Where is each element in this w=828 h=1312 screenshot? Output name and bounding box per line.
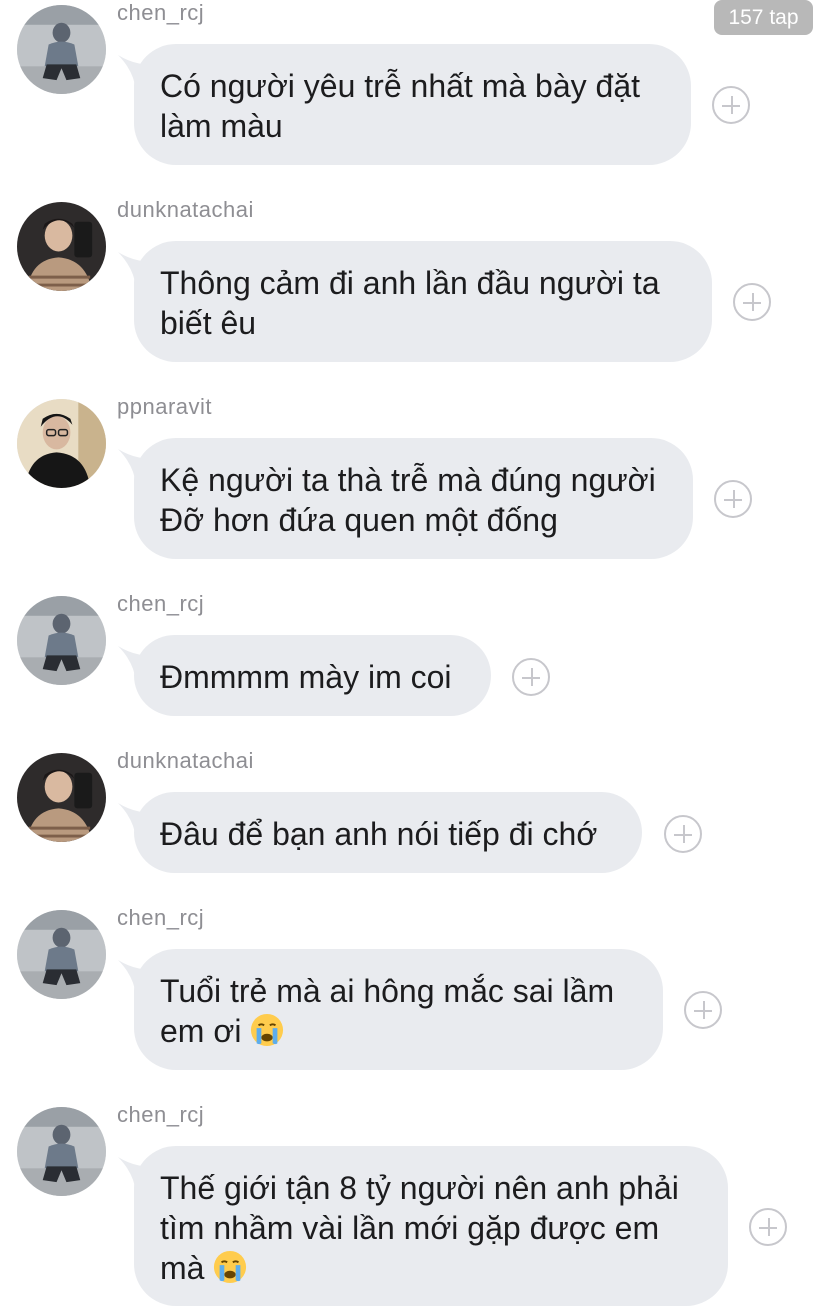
add-reaction-icon[interactable] <box>664 815 702 853</box>
tap-count-badge: 157 tap <box>714 0 813 35</box>
message-text-line: mà <box>160 1248 702 1288</box>
message-text-line: Đỡ hơn đứa quen một đống <box>160 502 558 538</box>
username: dunknatachai <box>117 197 254 222</box>
message-text-line: Tuổi trẻ mà ai hông mắc sai lầm <box>160 973 615 1009</box>
message-bubble[interactable]: Có người yêu trễ nhất mà bày đặt làm màu <box>134 44 691 165</box>
add-reaction-icon[interactable] <box>712 86 750 124</box>
message-text-line: Có người yêu trễ nhất mà bày đặt <box>160 68 640 104</box>
message-text-line: Đmmmm mày im coi <box>160 659 452 695</box>
username: chen_rcj <box>117 0 205 25</box>
message-text: mà <box>160 1250 205 1286</box>
add-reaction-icon[interactable] <box>714 480 752 518</box>
message-bubble[interactable]: Đâu để bạn anh nói tiếp đi chớ <box>134 792 642 873</box>
message-bubble[interactable]: Thế giới tận 8 tỷ người nên anh phải tìm… <box>134 1146 728 1306</box>
message-text-line: Thông cảm đi anh lần đầu người ta <box>160 265 660 301</box>
username: ppnaravit <box>117 394 213 419</box>
username: chen_rcj <box>117 591 205 616</box>
message-bubble[interactable]: Kệ người ta thà trễ mà đúng người Đỡ hơn… <box>134 438 693 559</box>
message-text-line: Đâu để bạn anh nói tiếp đi chớ <box>160 816 598 852</box>
avatar-chen[interactable] <box>17 910 106 999</box>
add-reaction-icon[interactable] <box>512 658 550 696</box>
crying-face-icon <box>251 1013 284 1047</box>
avatar-dunk[interactable] <box>17 202 106 291</box>
add-reaction-icon[interactable] <box>733 283 771 321</box>
message-bubble[interactable]: Tuổi trẻ mà ai hông mắc sai lầm em ơi <box>134 949 663 1070</box>
message-text-line: em ơi <box>160 1011 637 1051</box>
message-text: em ơi <box>160 1013 242 1049</box>
username: dunknatachai <box>117 748 254 773</box>
add-reaction-icon[interactable] <box>684 991 722 1029</box>
avatar-chen[interactable] <box>17 596 106 685</box>
message-bubble[interactable]: Thông cảm đi anh lần đầu người ta biết ê… <box>134 241 712 362</box>
username: chen_rcj <box>117 1102 205 1127</box>
message-text-line: Kệ người ta thà trễ mà đúng người <box>160 462 656 498</box>
avatar-dunk[interactable] <box>17 753 106 842</box>
avatar-chen[interactable] <box>17 1107 106 1196</box>
username: chen_rcj <box>117 905 205 930</box>
crying-face-icon <box>214 1250 247 1284</box>
message-text-line: biết êu <box>160 305 257 341</box>
add-reaction-icon[interactable] <box>749 1208 787 1246</box>
message-text-line: Thế giới tận 8 tỷ người nên anh phải <box>160 1170 679 1206</box>
message-text-line: tìm nhầm vài lần mới gặp được em <box>160 1210 660 1246</box>
message-bubble[interactable]: Đmmmm mày im coi <box>134 635 491 716</box>
avatar-chen[interactable] <box>17 5 106 94</box>
avatar-pp[interactable] <box>17 399 106 488</box>
message-text-line: làm màu <box>160 108 283 144</box>
